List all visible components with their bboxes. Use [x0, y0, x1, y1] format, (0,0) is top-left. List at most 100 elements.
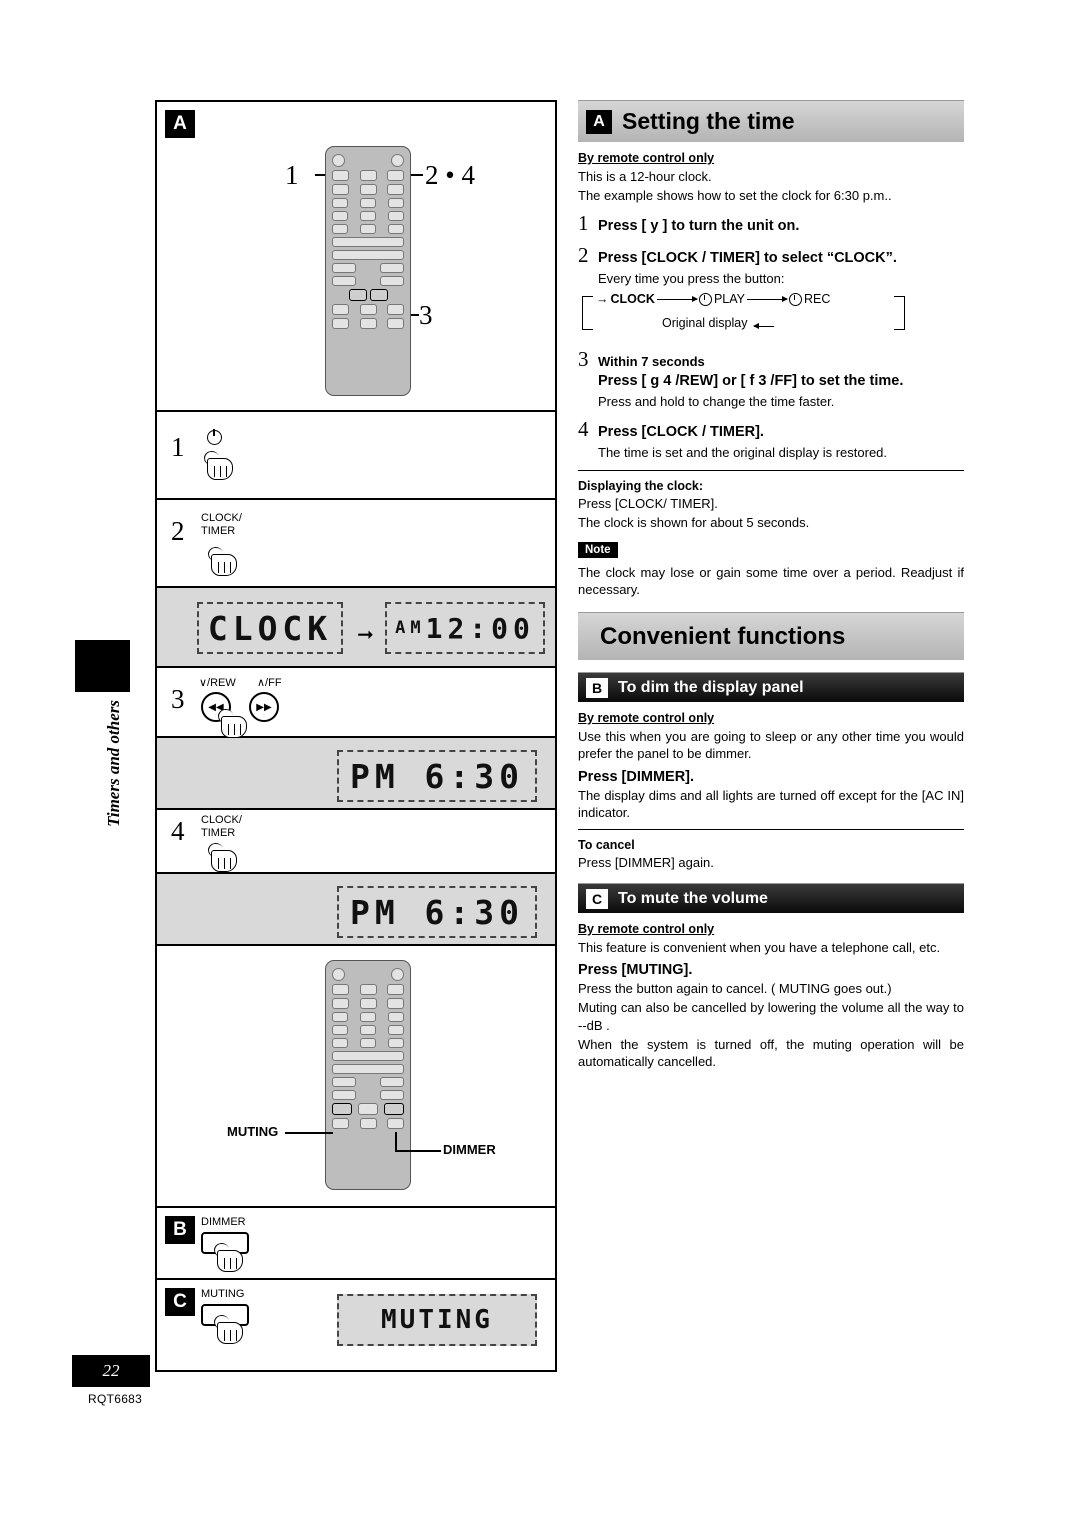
step-2-number: 2	[171, 516, 185, 546]
remote-num-2[interactable]	[360, 198, 376, 208]
remote2-btn-a2[interactable]	[359, 984, 377, 995]
flow-row-top: → CLOCK PLAY REC	[596, 292, 831, 307]
remote-btn-e2[interactable]	[359, 304, 377, 315]
remote-ff-button[interactable]	[369, 289, 388, 301]
section-b-cancel-text: Press [DIMMER] again.	[578, 854, 714, 870]
remote-btn-a2[interactable]	[359, 170, 377, 181]
remote2-band-button[interactable]	[332, 1064, 404, 1074]
section-convenient-header: Convenient functions	[578, 612, 964, 661]
callout-3: 3	[419, 300, 433, 330]
section-a-line2: The example shows how to set the clock f…	[578, 188, 892, 204]
remote-btn-e3[interactable]	[387, 304, 404, 315]
flow-arrow-1	[656, 295, 698, 302]
panel-remote-muting-dimmer: MUTING DIMMER	[157, 946, 555, 1208]
remote-control-illustration-2	[325, 960, 411, 1190]
panel-remote-overview: A 1 2 • 4 3	[157, 102, 555, 412]
section-a-step-3: 3 Within 7 seconds	[578, 347, 964, 372]
remote-num-8[interactable]	[360, 224, 376, 234]
remote2-num-9[interactable]	[388, 1038, 404, 1048]
remote2-dimmer-button[interactable]	[384, 1103, 404, 1115]
remote2-num-4[interactable]	[332, 1025, 348, 1035]
remote2-clock-timer-button[interactable]	[332, 1051, 404, 1061]
remote-btn-a3[interactable]	[387, 170, 404, 181]
remote-btn-b2[interactable]	[359, 184, 377, 195]
remote2-btn-a3[interactable]	[387, 984, 404, 995]
remote2-num-7[interactable]	[332, 1038, 348, 1048]
remote2-btn-c1[interactable]	[332, 1077, 356, 1087]
remote2-num-3[interactable]	[388, 1012, 404, 1022]
hand-pointer-icon-4	[207, 840, 241, 872]
remote-num-4[interactable]	[332, 211, 348, 221]
section-c-press: Press [MUTING].	[578, 962, 693, 979]
remote2-btn-b2[interactable]	[359, 998, 377, 1009]
remote2-muting-button[interactable]	[332, 1103, 352, 1115]
hand-pointer-icon-1	[203, 448, 237, 480]
rec-timer-icon	[789, 292, 802, 306]
remote-band-button[interactable]	[332, 250, 404, 260]
remote2-btn-b3[interactable]	[387, 998, 404, 1009]
hand-pointer-icon-6	[213, 1312, 247, 1344]
remote2-btn-f1[interactable]	[332, 1118, 349, 1129]
divider-2	[578, 828, 964, 830]
remote-btn-f3[interactable]	[387, 318, 404, 329]
section-a-step-3-number: 3	[578, 347, 589, 372]
remote2-btn-c2[interactable]	[380, 1077, 404, 1087]
remote-btn-c2[interactable]	[380, 263, 404, 273]
play-timer-icon	[698, 292, 712, 306]
section-a-step-3-sub: Press and hold to change the time faster…	[598, 394, 835, 410]
remote-btn-e1[interactable]	[332, 304, 349, 315]
remote-btn-c1[interactable]	[332, 263, 356, 273]
remote-num-5[interactable]	[360, 211, 376, 221]
remote2-btn-b1[interactable]	[332, 998, 349, 1009]
dimmer-callout-label: DIMMER	[443, 1142, 496, 1157]
remote2-num-5[interactable]	[360, 1025, 376, 1035]
remote2-num-1[interactable]	[332, 1012, 348, 1022]
section-c-by-remote: By remote control only	[578, 922, 715, 937]
step-3-ff-label: ∧/FF	[257, 677, 282, 689]
section-b-intro: Use this when you are going to sleep or …	[578, 729, 964, 762]
flow-right-bracket	[894, 296, 905, 331]
remote-btn-d2[interactable]	[380, 276, 404, 286]
remote-num-9[interactable]	[388, 224, 404, 234]
section-b-title: To dim the display panel	[618, 678, 804, 696]
remote-btn-f2[interactable]	[359, 318, 377, 329]
section-c-body1: Press the button again to cancel. ( MUTI…	[578, 981, 892, 997]
muting-callout-label: MUTING	[227, 1124, 279, 1139]
remote2-btn-d2[interactable]	[380, 1090, 404, 1100]
remote-num-7[interactable]	[332, 224, 348, 234]
remote2-btn-e2[interactable]	[358, 1103, 378, 1115]
section-a-step-4: 4 Press [CLOCK / TIMER].	[578, 417, 964, 442]
panel-c-button-label: MUTING	[201, 1288, 245, 1300]
remote2-btn-a1[interactable]	[332, 984, 349, 995]
remote-btn-b3[interactable]	[387, 184, 404, 195]
remote-rew-button[interactable]	[348, 289, 367, 301]
step-1-number: 1	[171, 432, 185, 462]
remote-num-1[interactable]	[332, 198, 348, 208]
remote2-num-2[interactable]	[360, 1012, 376, 1022]
remote2-num-6[interactable]	[388, 1025, 404, 1035]
section-a-step-1: 1 Press [ y ] to turn the unit on.	[578, 211, 964, 236]
remote-btn-d1[interactable]	[332, 276, 356, 286]
remote-btn-f1[interactable]	[332, 318, 349, 329]
remote-btn-a1[interactable]	[332, 170, 349, 181]
section-a-step-1-number: 1	[578, 211, 589, 236]
remote-power-button[interactable]	[332, 154, 345, 167]
section-b-by-remote: By remote control only	[578, 711, 715, 726]
displaying-clock-head: Displaying the clock:	[578, 478, 704, 493]
remote2-num-8[interactable]	[360, 1038, 376, 1048]
remote2-btn-f2[interactable]	[359, 1118, 377, 1129]
callout-2-4: 2 • 4	[425, 160, 475, 190]
remote2-open-close-button[interactable]	[391, 968, 404, 981]
panel-b-button-label: DIMMER	[201, 1216, 246, 1228]
remote-btn-b1[interactable]	[332, 184, 349, 195]
remote-num-3[interactable]	[388, 198, 404, 208]
power-button-illustration[interactable]	[207, 429, 222, 448]
remote-num-6[interactable]	[388, 211, 404, 221]
ff-button[interactable]: ▶▶	[249, 692, 279, 722]
remote2-btn-f3[interactable]	[387, 1118, 404, 1129]
remote2-btn-d1[interactable]	[332, 1090, 356, 1100]
remote-clock-timer-button[interactable]	[332, 237, 404, 247]
lcd-pm630: PM 6:30	[337, 750, 537, 802]
remote2-power-button[interactable]	[332, 968, 345, 981]
remote-open-close-button[interactable]	[391, 154, 404, 167]
